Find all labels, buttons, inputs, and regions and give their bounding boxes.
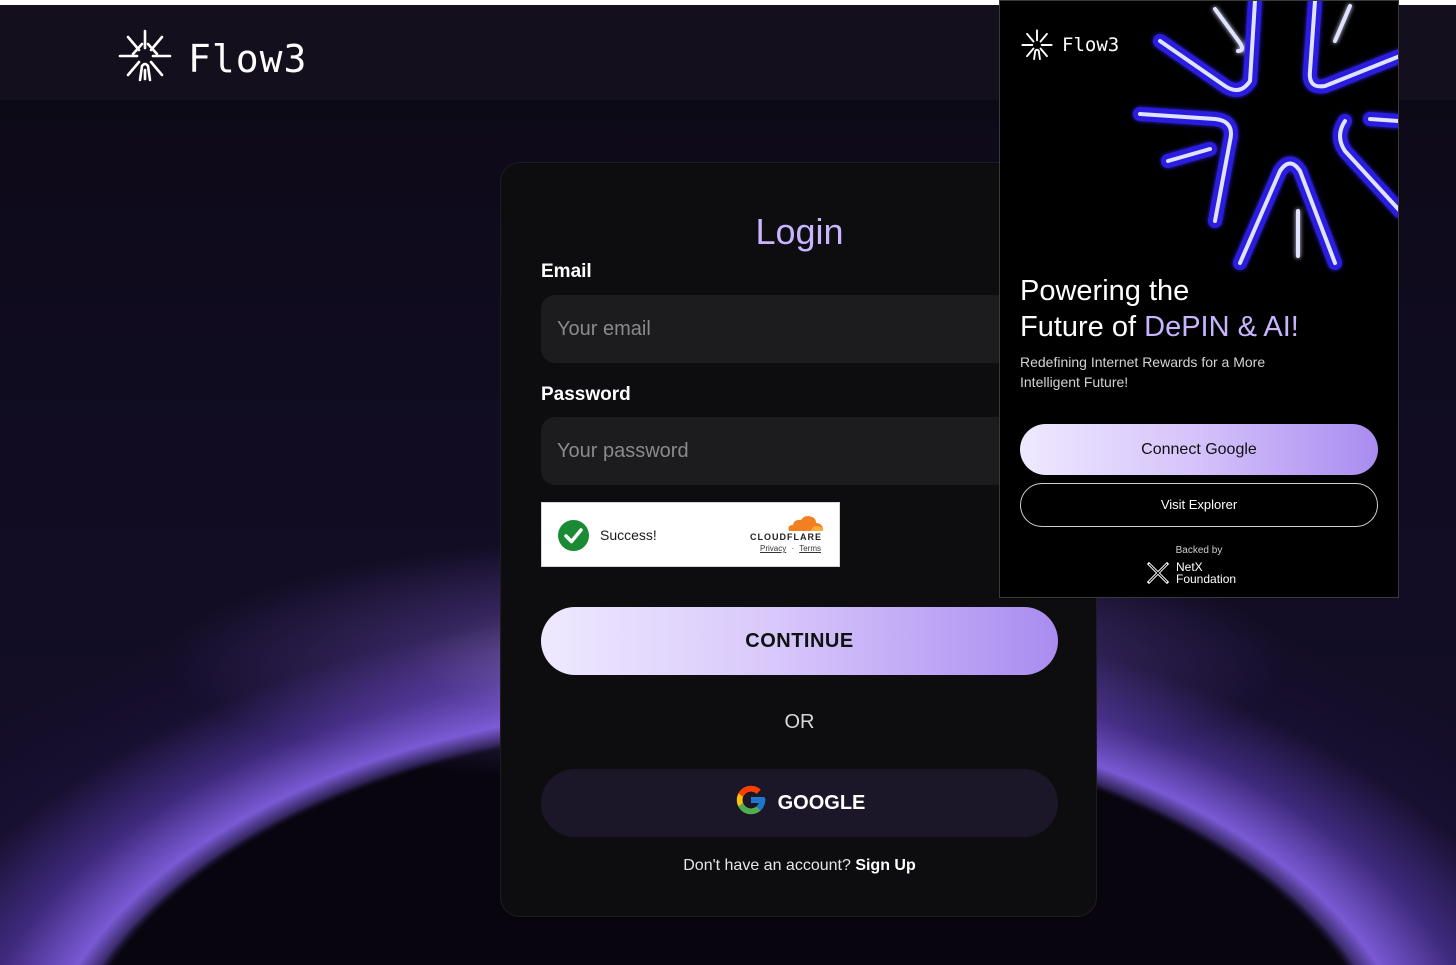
visit-explorer-button[interactable]: Visit Explorer bbox=[1020, 483, 1378, 527]
check-icon bbox=[558, 520, 589, 551]
brand-logo[interactable]: Flow3 bbox=[116, 27, 307, 90]
captcha-terms-link[interactable]: Terms bbox=[799, 544, 821, 553]
google-login-label: GOOGLE bbox=[777, 791, 866, 814]
continue-button[interactable]: CONTINUE bbox=[541, 607, 1058, 675]
netx-logo-icon bbox=[1146, 561, 1170, 585]
signup-text: Don't have an account? bbox=[683, 857, 851, 874]
google-g-icon bbox=[734, 783, 768, 823]
backed-by-label: Backed by bbox=[1175, 545, 1223, 556]
netx-foundation-logo: NetX Foundation bbox=[1146, 561, 1236, 585]
connect-google-button[interactable]: Connect Google bbox=[1020, 424, 1378, 475]
captcha-status: Success! bbox=[600, 527, 657, 543]
email-label: Email bbox=[541, 261, 592, 282]
password-label: Password bbox=[541, 384, 631, 405]
headline-accent: DePIN & AI! bbox=[1144, 311, 1299, 343]
headline-line2: Future of DePIN & AI! bbox=[1020, 309, 1299, 345]
popup-brand-name: Flow3 bbox=[1062, 34, 1120, 56]
signup-link[interactable]: Sign Up bbox=[855, 857, 915, 874]
flow3-logo-icon bbox=[1021, 29, 1053, 61]
cloudflare-captcha[interactable]: Success! CLOUDFLARE Privacy · Terms bbox=[541, 502, 840, 567]
signup-prompt: Don't have an account? Sign Up bbox=[501, 857, 1098, 875]
extension-popup: Flow3 Powering the Future of DePIN & AI!… bbox=[999, 0, 1399, 598]
headline-line1: Powering the bbox=[1020, 275, 1190, 307]
or-divider: OR bbox=[784, 711, 815, 733]
google-login-button[interactable]: GOOGLE bbox=[541, 769, 1058, 837]
popup-subtitle: Redefining Internet Rewards for a More I… bbox=[1020, 354, 1266, 390]
captcha-link-separator: · bbox=[791, 544, 795, 553]
headline-line2-prefix: Future of bbox=[1020, 311, 1145, 343]
cloudflare-links: Privacy · Terms bbox=[760, 544, 821, 553]
cloudflare-brand: CLOUDFLARE bbox=[750, 532, 822, 542]
flow3-starburst-art bbox=[1130, 1, 1398, 281]
email-input[interactable] bbox=[541, 295, 1058, 363]
brand-name: Flow3 bbox=[188, 36, 308, 81]
popup-headline: Powering the Future of DePIN & AI! bbox=[1020, 273, 1299, 345]
netx-name-line2: Foundation bbox=[1176, 572, 1237, 586]
captcha-privacy-link[interactable]: Privacy bbox=[760, 544, 786, 553]
popup-brand-logo: Flow3 bbox=[1020, 28, 1119, 62]
flow3-logo-icon bbox=[116, 27, 174, 90]
password-input[interactable] bbox=[541, 417, 1058, 485]
